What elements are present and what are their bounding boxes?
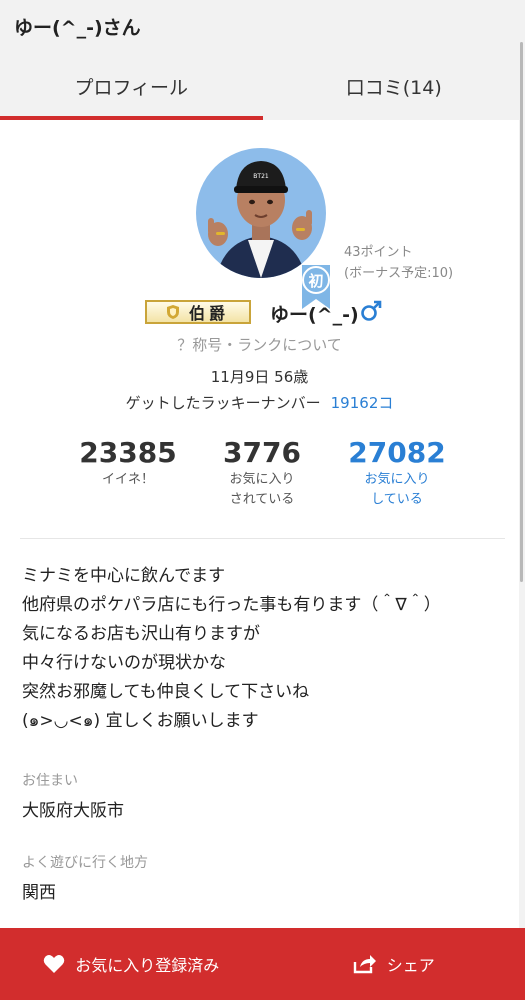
residence-value: 大阪府大阪市	[22, 801, 124, 821]
tab-profile[interactable]: プロフィール	[0, 52, 263, 120]
stat-likes-value: 23385	[79, 436, 177, 469]
rank-row: 伯爵 ゆー(^_-)	[0, 296, 519, 330]
avatar[interactable]: BT21	[196, 148, 326, 278]
rank-title: 伯爵	[188, 304, 229, 323]
tab-bar: プロフィール 口コミ(14)	[0, 52, 525, 120]
area-label: よく遊びに行く地方	[22, 855, 148, 871]
stat-favoriting-label-2: している	[371, 492, 423, 507]
stat-favoriting-value: 27082	[348, 436, 446, 469]
divider	[20, 538, 505, 539]
bio-line: 他府県のポケパラ店にも行った事も有ります（＾∇＾）	[22, 595, 441, 615]
bio-line: 突然お邪魔しても仲良くして下さいね	[22, 682, 310, 702]
shield-icon	[166, 305, 179, 319]
birthday-age: 11月9日 56歳	[210, 368, 309, 386]
bio-text: ミナミを中心に飲んでます 他府県のポケパラ店にも行った事も有ります（＾∇＾） 気…	[22, 562, 441, 736]
bio-line: (๑>◡<๑) 宜しくお願いします	[22, 711, 259, 731]
lucky-number-row: ゲットしたラッキーナンバー 19162コ	[0, 392, 519, 413]
rank-about-link[interactable]: ？称号・ランクについて	[0, 334, 519, 355]
rank-badge: 伯爵	[145, 300, 251, 324]
bonus-value: (ボーナス予定:10)	[344, 266, 454, 281]
page-header: ゆー(^_-)さん	[0, 0, 525, 52]
tab-reviews[interactable]: 口コミ(14)	[263, 52, 525, 120]
area-value: 関西	[22, 883, 56, 903]
stat-favorited[interactable]: 3776 お気に入り されている	[192, 436, 332, 510]
stat-favorited-label-1: お気に入り	[229, 472, 295, 487]
lucky-number-label: ゲットしたラッキーナンバー	[125, 394, 321, 412]
stat-favorited-label-2: されている	[229, 492, 295, 507]
svg-text:BT21: BT21	[253, 173, 269, 180]
scrollbar[interactable]	[520, 42, 523, 582]
nickname: ゆー(^_-)	[270, 304, 359, 326]
lucky-number-value[interactable]: 19162コ	[331, 394, 394, 412]
stat-favoriting[interactable]: 27082 お気に入り している	[327, 436, 467, 510]
stat-favorited-value: 3776	[223, 436, 301, 469]
stat-favoriting-label-1: お気に入り	[364, 472, 430, 487]
avatar-container: BT21 初	[196, 148, 330, 309]
share-button-label: シェア	[386, 956, 435, 975]
bio-line: 気になるお店も沢山有りますが	[22, 624, 260, 644]
stats-row: 23385 イイネ！ 3776 お気に入り されている 27082 お気に入り …	[0, 436, 519, 516]
male-icon	[361, 300, 382, 321]
heart-icon	[43, 955, 65, 973]
bottom-action-bar: お気に入り登録済み シェア	[0, 928, 525, 1000]
share-icon	[353, 955, 376, 974]
points-info: 43ポイント (ボーナス予定:10)	[344, 242, 453, 284]
favorite-button[interactable]: お気に入り登録済み	[0, 928, 263, 1000]
bio-line: 中々行けないのが現状かな	[22, 653, 226, 673]
profile-card: BT21 初 43ポイント (ボーナス予定:10) 伯爵 ゆー(^_-) ？称号…	[0, 120, 519, 930]
favorite-button-label: お気に入り登録済み	[75, 956, 220, 975]
share-button[interactable]: シェア	[263, 928, 525, 1000]
bio-line: ミナミを中心に飲んでます	[22, 566, 226, 586]
first-badge-text: 初	[308, 272, 323, 290]
stat-likes-label: イイネ！	[101, 472, 154, 487]
stat-likes: 23385 イイネ！	[58, 436, 198, 490]
page-title: ゆー(^_-)さん	[14, 16, 141, 39]
residence-label: お住まい	[22, 773, 78, 789]
points-value: 43ポイント	[344, 245, 413, 260]
